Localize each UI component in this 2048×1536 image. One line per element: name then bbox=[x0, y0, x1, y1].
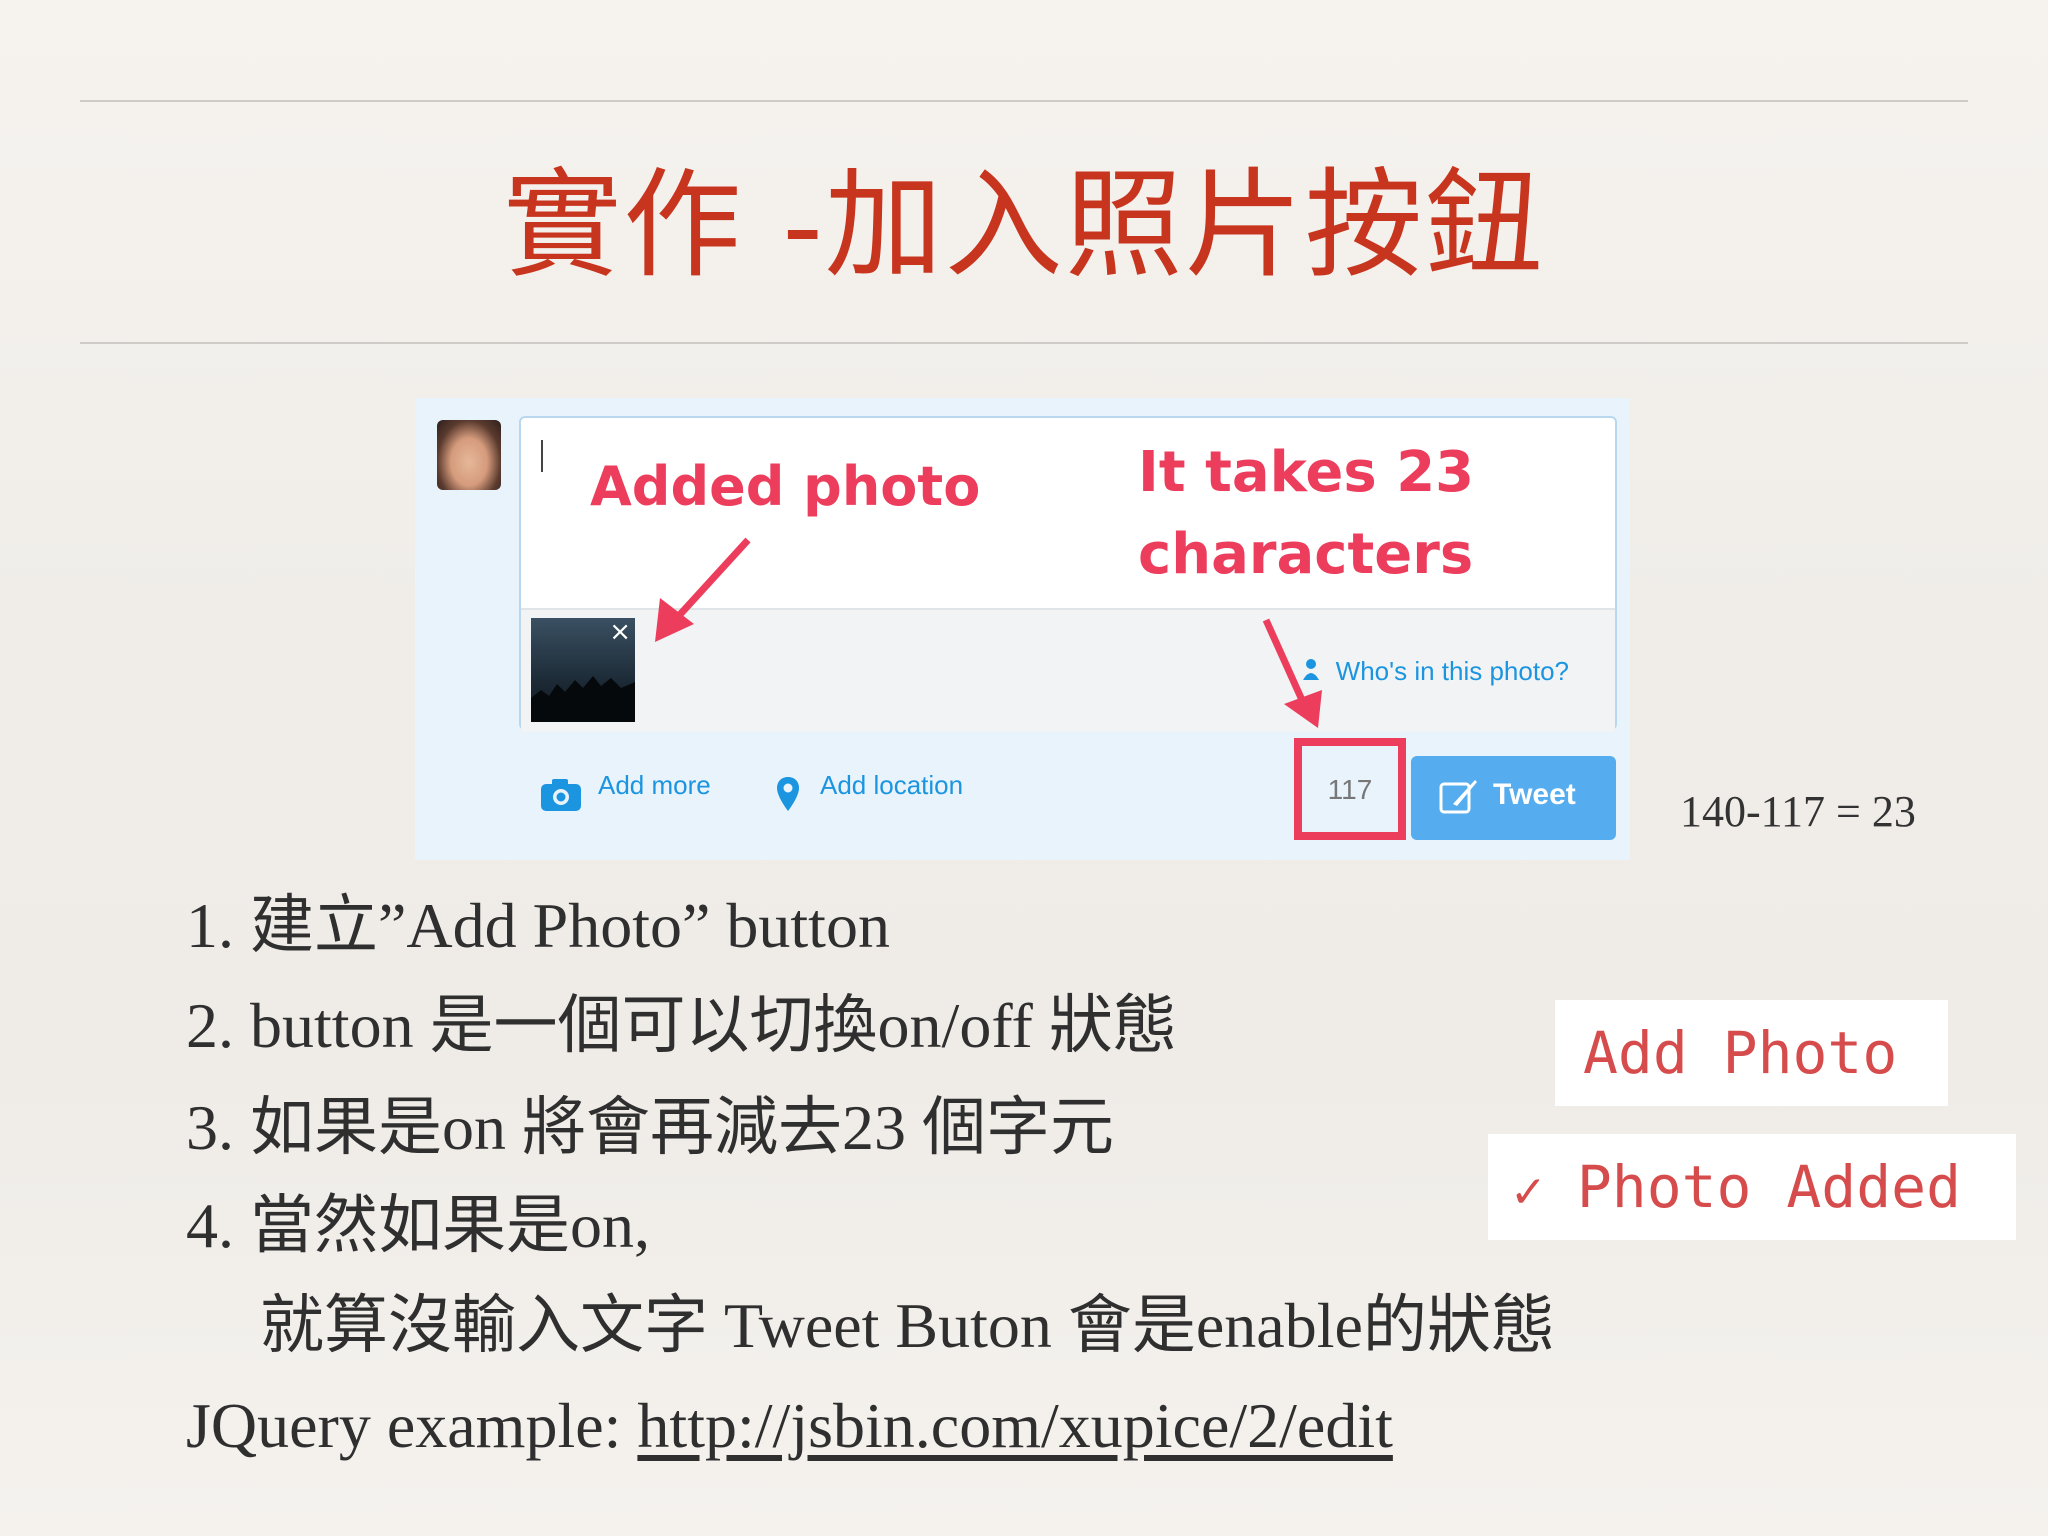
step-4-continued: 就算沒輸入文字 Tweet Buton 會是enable的狀態 bbox=[260, 1290, 1555, 1361]
step-2: 2. button 是一個可以切換on/off 狀態 bbox=[186, 990, 1177, 1061]
character-counter-highlight: 117 bbox=[1294, 738, 1406, 840]
jsbin-link[interactable]: http://jsbin.com/xupice/2/edit bbox=[637, 1390, 1392, 1461]
calculation-note: 140-117 = 23 bbox=[1680, 787, 1916, 836]
takes-23-line2: characters bbox=[1138, 522, 1474, 587]
arrow-to-photo bbox=[655, 537, 751, 642]
add-more-button[interactable]: Add more bbox=[598, 770, 711, 801]
camera-icon[interactable] bbox=[540, 778, 582, 812]
photo-added-toggle-on[interactable]: ✓ Photo Added bbox=[1488, 1134, 2016, 1240]
compose-quill-icon bbox=[1439, 780, 1477, 814]
photo-added-label: Photo Added bbox=[1576, 1153, 1961, 1221]
takes-23-annotation: It takes 23 characters bbox=[1138, 432, 1474, 596]
step-3: 3. 如果是on 將會再減去23 個字元 bbox=[186, 1092, 1114, 1163]
jquery-example-label: JQuery example: bbox=[186, 1390, 638, 1461]
tweet-button[interactable]: Tweet bbox=[1411, 756, 1616, 840]
step-4: 4. 當然如果是on, bbox=[186, 1190, 650, 1261]
arrow-to-counter bbox=[1262, 618, 1322, 728]
checkmark-icon: ✓ bbox=[1510, 1167, 1547, 1218]
tweet-button-label: Tweet bbox=[1493, 778, 1576, 811]
location-pin-icon[interactable] bbox=[776, 776, 800, 812]
character-counter: 117 bbox=[1327, 774, 1373, 805]
jquery-example: JQuery example: http://jsbin.com/xupice/… bbox=[186, 1386, 1393, 1466]
add-location-button[interactable]: Add location bbox=[820, 770, 963, 801]
step-1: 1. 建立”Add Photo” button bbox=[186, 890, 890, 961]
added-photo-annotation: Added photo bbox=[590, 455, 981, 518]
add-photo-toggle-off[interactable]: Add Photo bbox=[1555, 1000, 1948, 1106]
takes-23-line1: It takes 23 bbox=[1138, 440, 1475, 505]
add-photo-label: Add Photo bbox=[1583, 1019, 1898, 1087]
